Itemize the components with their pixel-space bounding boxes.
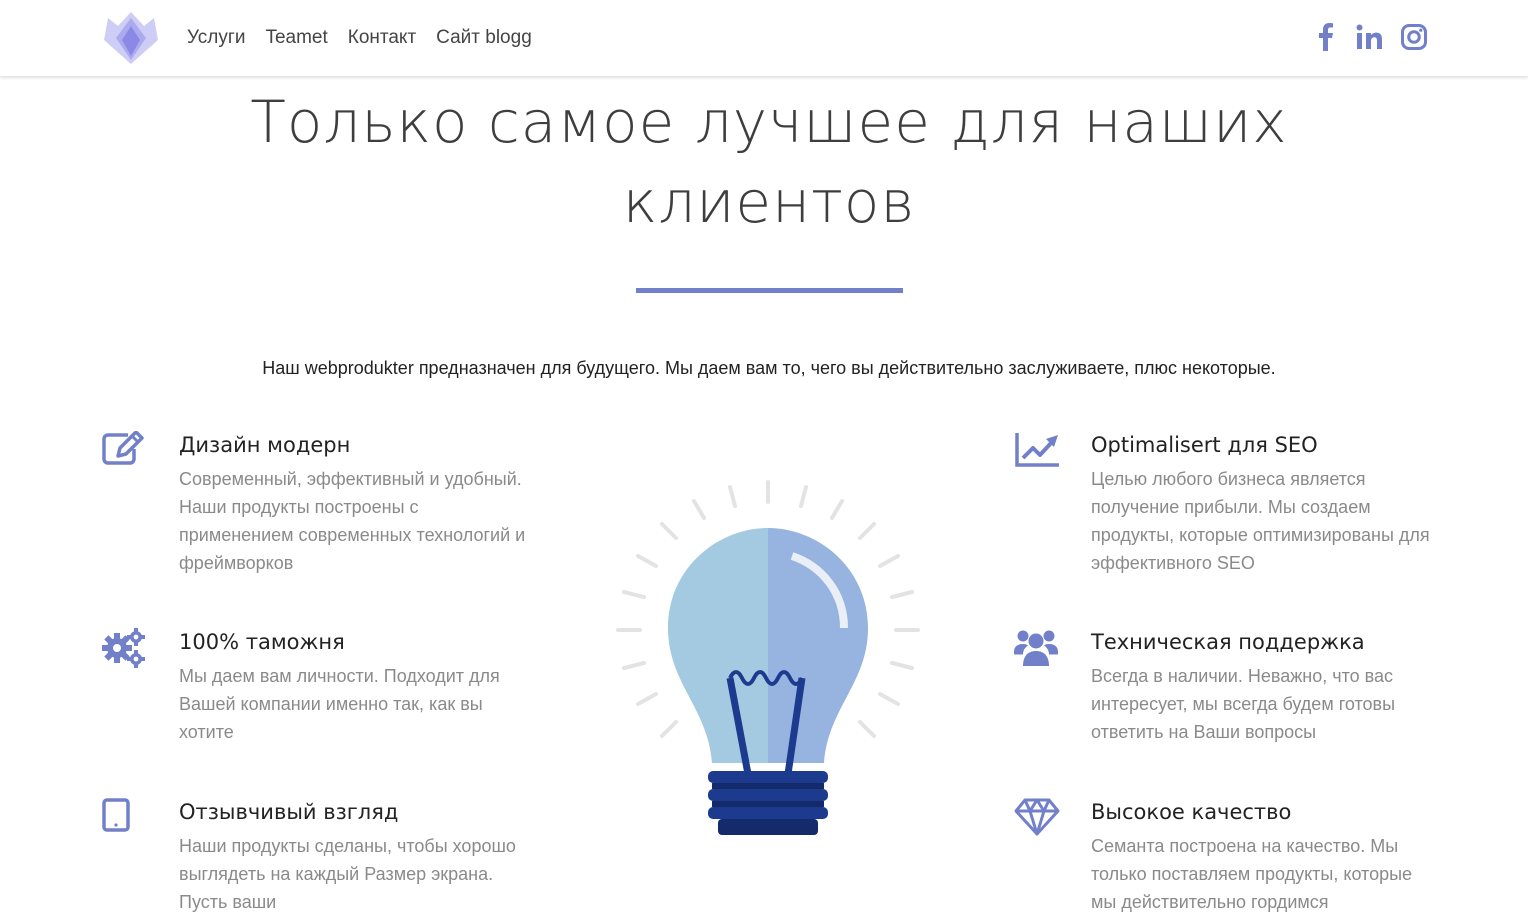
title-divider xyxy=(636,288,903,293)
feature-text: Семанта построена на качество. Мы только… xyxy=(1091,836,1413,912)
page-title-line-2: клиентов xyxy=(622,168,916,236)
main-nav: Услуги Teamet Контакт Сайт blogg xyxy=(187,26,552,50)
feature-text: Мы даем вам личности. Подходит для Вашей… xyxy=(179,666,500,742)
feature-title: 100% таможня xyxy=(179,630,345,654)
page-title-line-1: Только самое лучшее для наших xyxy=(250,88,1288,156)
feature-title: Высокое качество xyxy=(1091,800,1292,824)
diamond-icon xyxy=(1014,798,1060,842)
social-links xyxy=(1312,22,1428,52)
feature-text: Современный, эффективный и удобный. Наши… xyxy=(179,469,526,573)
feature-text: Целью любого бизнеса является получение … xyxy=(1091,469,1430,573)
tablet-icon xyxy=(102,798,146,842)
nav-link-contact[interactable]: Контакт xyxy=(348,26,416,50)
tagline: Наш webprodukter предназначен для будуще… xyxy=(262,358,1276,378)
lightbulb-illustration xyxy=(612,478,924,840)
gears-icon xyxy=(102,628,146,672)
feature-title: Дизайн модерн xyxy=(179,433,351,457)
feature-text: Всегда в наличии. Неважно, что вас интер… xyxy=(1091,666,1396,742)
feature-title: Optimalisert для SEO xyxy=(1091,433,1318,457)
edit-icon xyxy=(102,430,146,475)
page-title: Только самое лучшее для наших клиентов xyxy=(164,82,1374,242)
facebook-icon[interactable] xyxy=(1312,22,1340,52)
navbar: Услуги Teamet Контакт Сайт blogg xyxy=(0,0,1528,77)
nav-link-services[interactable]: Услуги xyxy=(187,26,245,50)
feature-text: Наши продукты сделаны, чтобы хорошо выгл… xyxy=(179,836,516,912)
line-chart-icon xyxy=(1014,431,1059,475)
nav-link-blog[interactable]: Сайт blogg xyxy=(436,26,532,50)
feature-title: Техническая поддержка xyxy=(1091,630,1365,654)
brand-logo[interactable] xyxy=(102,10,160,66)
users-icon xyxy=(1014,628,1058,672)
nav-link-team[interactable]: Teamet xyxy=(265,26,327,50)
instagram-icon[interactable] xyxy=(1400,22,1428,52)
linkedin-icon[interactable] xyxy=(1356,22,1384,52)
feature-title: Отзывчивый взгляд xyxy=(179,800,399,824)
